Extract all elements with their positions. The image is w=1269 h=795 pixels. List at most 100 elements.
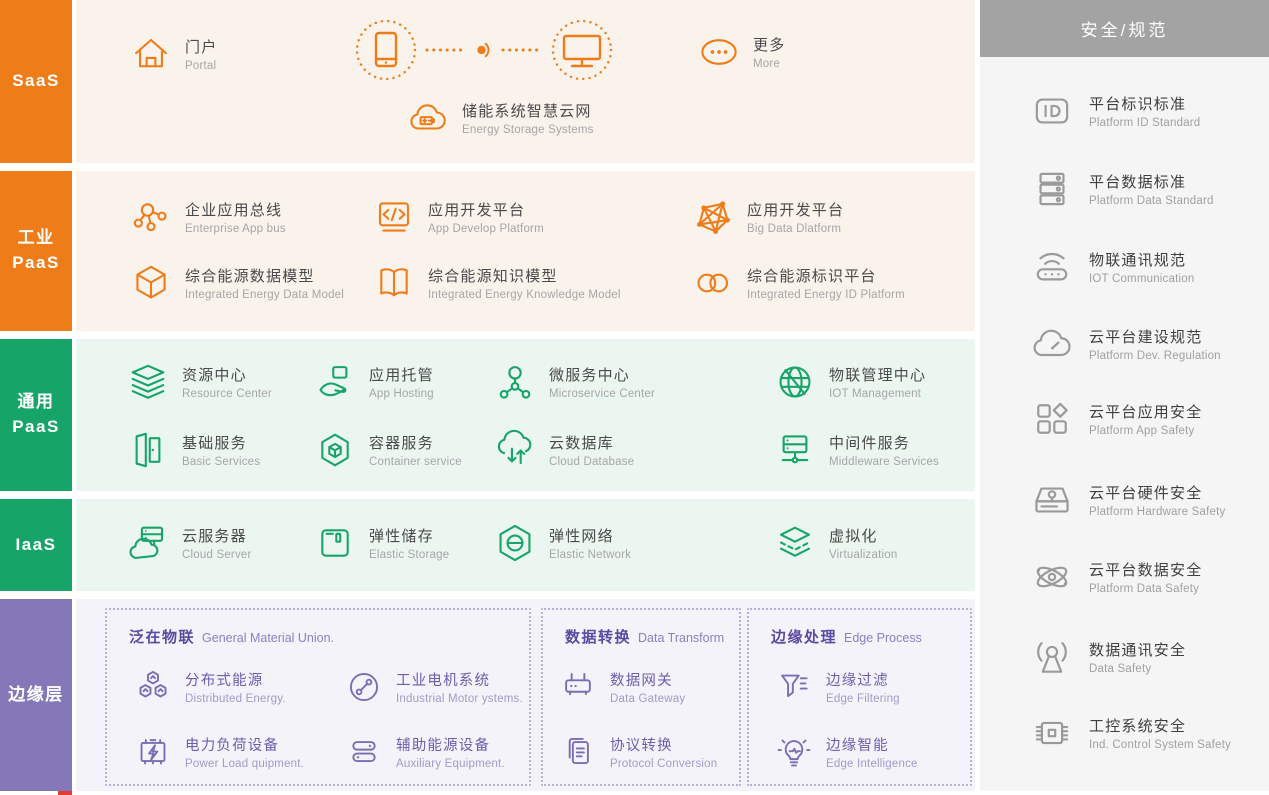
band-saas: 门户 Portal 更多 More 储能系统智慧云网 Energy Storag… <box>76 0 975 163</box>
code-icon <box>373 196 415 238</box>
power-load-icon <box>134 733 172 771</box>
item-big-data-platform: 应用开发平台 Big Data Dlatform <box>692 196 844 238</box>
item-edge-intelligence: 边缘智能 Edge Intelligence <box>775 733 918 771</box>
item-label-en: Enterprise App bus <box>185 223 286 235</box>
item-label-en: Container service <box>369 456 462 468</box>
item-edge-filtering: 边缘过滤 Edge Filtering <box>775 668 900 706</box>
virtualization-layers-icon <box>774 522 816 564</box>
item-label-zh: 数据通讯安全 <box>1089 639 1186 660</box>
item-label-en: Platform Hardware Safety <box>1089 506 1225 518</box>
open-book-icon <box>373 262 415 304</box>
monitor-icon <box>550 18 614 82</box>
item-label-en: Cloud Database <box>549 456 634 468</box>
rail-iaas: IaaS <box>0 499 72 591</box>
item-label-zh: 工业电机系统 <box>396 669 523 690</box>
item-energy-storage-cloud: 储能系统智慧云网 Energy Storage Systems <box>407 97 594 139</box>
item-label-en: IOT Management <box>829 388 926 400</box>
item-label-en: Auxiliary Equipment. <box>396 758 505 770</box>
item-label-en: Data Safety <box>1089 663 1186 675</box>
item-label-zh: 分布式能源 <box>185 669 286 690</box>
item-label-zh: 综合能源标识平台 <box>747 265 905 286</box>
item-label-en: Platform Data Safety <box>1089 583 1202 595</box>
hex-network-icon <box>494 522 536 564</box>
cloud-server-icon <box>127 522 169 564</box>
item-platform-app-safety: 云平台应用安全 Platform App Safety <box>1030 397 1202 441</box>
item-label-zh: 企业应用总线 <box>185 199 286 220</box>
item-label-zh: 边缘智能 <box>826 734 918 755</box>
item-distributed-energy: 分布式能源 Distributed Energy. <box>134 668 286 706</box>
item-enterprise-app-bus: 企业应用总线 Enterprise App bus <box>130 196 286 238</box>
server-rack-icon <box>1030 167 1074 211</box>
phone-icon <box>354 18 418 82</box>
item-label-zh: 物联通讯规范 <box>1089 249 1194 270</box>
cloud-icon <box>1030 322 1074 366</box>
item-label-zh: 基础服务 <box>182 432 260 453</box>
group-title-zh: 泛在物联 <box>129 629 195 646</box>
cloud-database-icon <box>494 429 536 471</box>
item-label-zh: 辅助能源设备 <box>396 734 505 755</box>
dotted-connector <box>500 46 544 54</box>
edge-group-header: 边缘处理 Edge Process <box>771 626 922 647</box>
item-label-zh: 综合能源数据模型 <box>185 265 344 286</box>
item-label-en: Energy Storage Systems <box>462 124 594 136</box>
item-cloud-server: 云服务器 Cloud Server <box>127 522 252 564</box>
group-title-en: Edge Process <box>844 631 922 645</box>
container-icon <box>314 429 356 471</box>
item-label-en: Integrated Energy Knowledge Model <box>428 289 621 301</box>
item-label-en: Microservice Center <box>549 388 655 400</box>
panel-header: 安全/规范 <box>980 0 1269 57</box>
edge-group-header: 泛在物联General Material Union. <box>129 626 334 647</box>
door-icon <box>127 429 169 471</box>
motor-icon <box>345 668 383 706</box>
item-label-en: Ind. Control System Safety <box>1089 739 1231 751</box>
item-label-en: Big Data Dlatform <box>747 223 844 235</box>
device-link-group <box>354 18 614 82</box>
edge-group-ubiquitous-iot: 泛在物联General Material Union. 分布式能源 Distri… <box>105 608 531 786</box>
item-label-zh: 云服务器 <box>182 525 252 546</box>
item-label-zh: 云数据库 <box>549 432 634 453</box>
wifi-router-icon <box>1030 245 1074 289</box>
item-container-service: 容器服务 Container service <box>314 429 462 471</box>
storage-disk-icon <box>314 522 356 564</box>
filter-funnel-icon <box>775 668 813 706</box>
rail-edge-layer: 边缘层 <box>0 599 72 791</box>
hand-hosting-icon <box>314 361 356 403</box>
rail-saas: SaaS <box>0 0 72 163</box>
item-auxiliary-equipment: 辅助能源设备 Auxiliary Equipment. <box>345 733 505 771</box>
item-label-zh: 微服务中心 <box>549 364 655 385</box>
app-bus-icon <box>130 196 172 238</box>
item-label-en: Integrated Energy ID Platform <box>747 289 905 301</box>
item-label-zh: 弹性储存 <box>369 525 449 546</box>
atom-icon <box>1030 555 1074 599</box>
item-label-en: Virtualization <box>829 549 897 561</box>
item-label-zh: 云平台数据安全 <box>1089 559 1202 580</box>
item-iot-management: 物联管理中心 IOT Management <box>774 361 926 403</box>
id-badge-icon <box>1030 89 1074 133</box>
band-industrial-paas: 企业应用总线 Enterprise App bus 应用开发平台 App Dev… <box>76 171 975 331</box>
item-label-en: App Hosting <box>369 388 434 400</box>
item-label-zh: 综合能源知识模型 <box>428 265 621 286</box>
gateway-router-icon <box>559 668 597 706</box>
item-label-en: More <box>753 58 785 70</box>
hex-cluster-icon <box>134 668 172 706</box>
item-label-zh: 云平台应用安全 <box>1089 401 1202 422</box>
item-label-zh: 数据网关 <box>610 669 685 690</box>
group-title-zh: 边缘处理 <box>771 629 837 646</box>
network-graph-icon <box>692 196 734 238</box>
item-industrial-control-safety: 工控系统安全 Ind. Control System Safety <box>1030 711 1231 755</box>
edge-group-edge-process: 边缘处理 Edge Process 边缘过滤 Edge Filtering 边缘智… <box>747 608 972 786</box>
item-power-load-equipment: 电力负荷设备 Power Load quipment. <box>134 733 304 771</box>
item-cloud-database: 云数据库 Cloud Database <box>494 429 634 471</box>
item-label-en: Elastic Network <box>549 549 631 561</box>
item-data-gateway: 数据网关 Data Gateway <box>559 668 685 706</box>
home-icon <box>130 33 172 75</box>
item-label-zh: 应用开发平台 <box>747 199 844 220</box>
item-label-zh: 物联管理中心 <box>829 364 926 385</box>
item-elastic-network: 弹性网络 Elastic Network <box>494 522 631 564</box>
item-label-en: Protocol Conversion <box>610 758 717 770</box>
broadcast-icon <box>1030 635 1074 679</box>
item-label-zh: 云平台硬件安全 <box>1089 482 1225 503</box>
band-edge-layer: 泛在物联General Material Union. 分布式能源 Distri… <box>76 599 975 791</box>
dotted-connector <box>424 46 468 54</box>
item-label-en: IOT Communication <box>1089 273 1194 285</box>
